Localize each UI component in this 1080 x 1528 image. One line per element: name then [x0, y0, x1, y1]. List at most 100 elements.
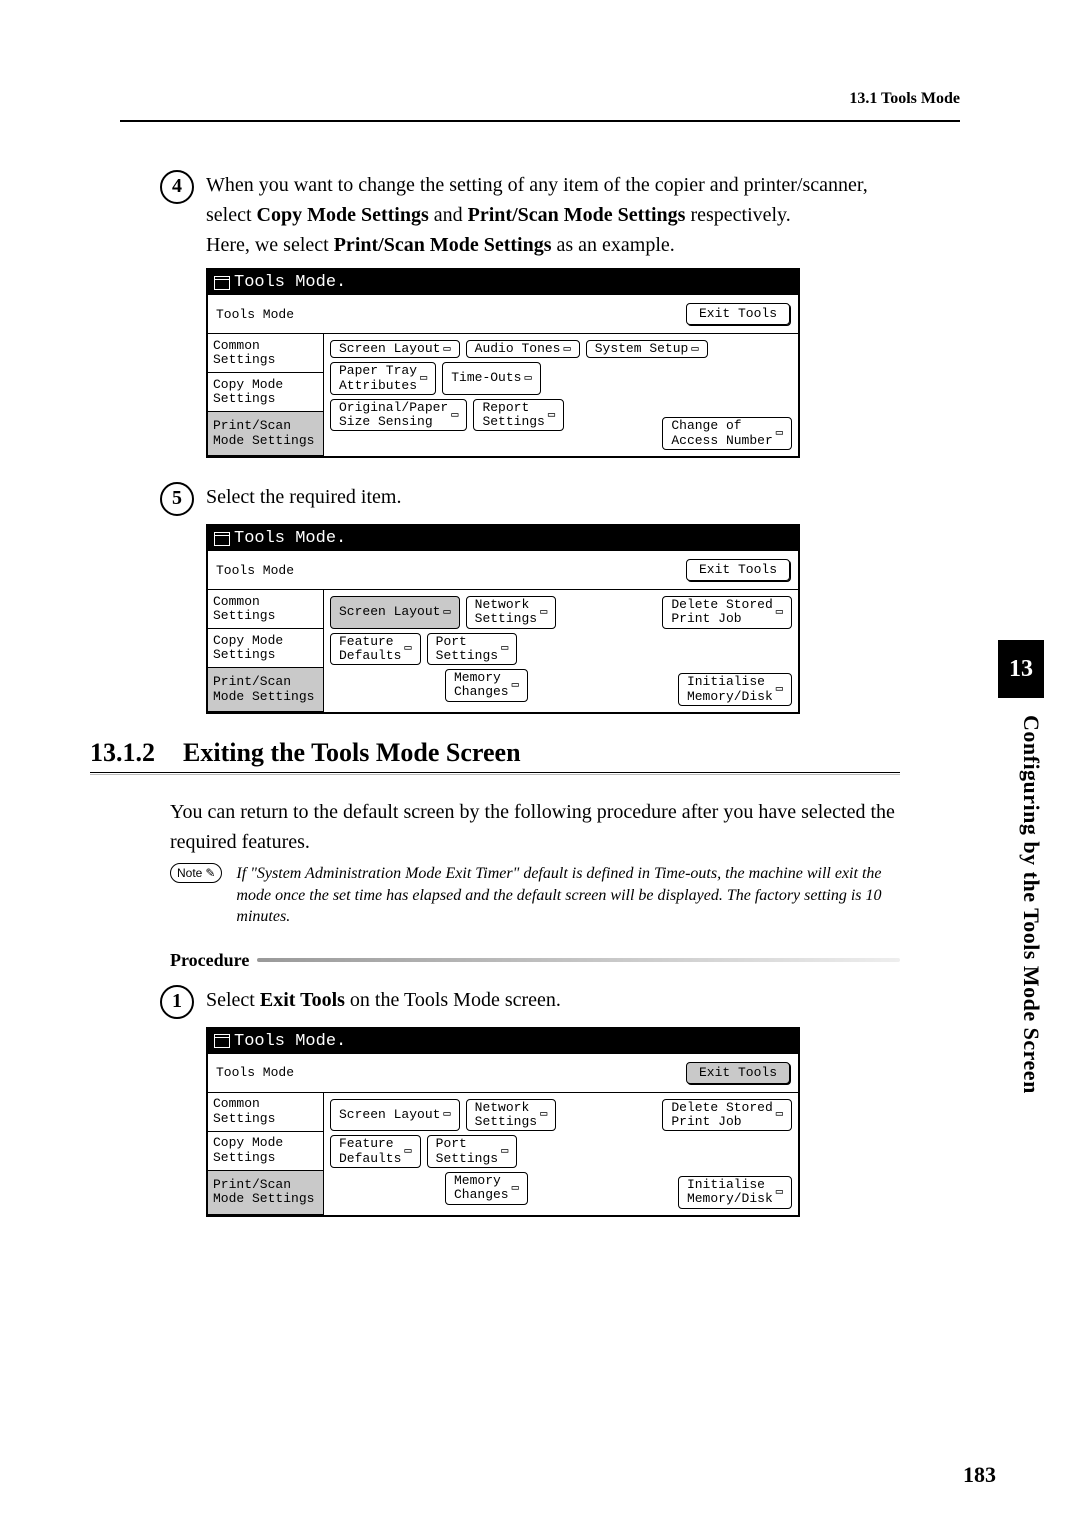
titlebar: Tools Mode.: [208, 270, 798, 295]
tools-icon: [214, 276, 230, 290]
screen-layout-button[interactable]: Screen Layout▭: [330, 1099, 460, 1132]
bold-print-scan: Print/Scan Mode Settings: [468, 204, 686, 226]
titlebar: Tools Mode.: [208, 1029, 798, 1054]
delete-stored-print-job-button[interactable]: Delete StoredPrint Job▭: [662, 596, 792, 629]
tools-icon: [214, 532, 230, 546]
tab-copy-mode-settings[interactable]: Copy Mode Settings: [208, 1132, 323, 1171]
step-number-5: 5: [160, 482, 194, 516]
arrow-icon: ▭: [420, 372, 427, 385]
note-badge: Note✎: [170, 863, 222, 883]
arrow-icon: ▭: [501, 642, 508, 655]
feature-defaults-button[interactable]: FeatureDefaults▭: [330, 633, 421, 666]
note: Note✎ If "System Administration Mode Exi…: [170, 863, 900, 928]
tab-common-settings[interactable]: Common Settings: [208, 1093, 323, 1132]
tools-mode-screenshot-1: Tools Mode. Tools Mode Exit Tools Common…: [206, 268, 800, 458]
step-number-4: 4: [160, 170, 194, 204]
chapter-tab: 13: [998, 640, 1044, 698]
section-rule: [90, 772, 900, 773]
arrow-icon: ▭: [540, 606, 547, 619]
network-settings-button[interactable]: NetworkSettings▭: [466, 596, 557, 629]
arrow-icon: ▭: [776, 1186, 783, 1199]
screen-layout-button[interactable]: Screen Layout▭: [330, 340, 460, 358]
initialise-memory-disk-button[interactable]: InitialiseMemory/Disk▭: [678, 1176, 792, 1209]
arrow-icon: ▭: [776, 1108, 783, 1121]
tab-print-scan-mode-settings[interactable]: Print/Scan Mode Settings: [208, 412, 323, 456]
original-paper-size-sensing-button[interactable]: Original/PaperSize Sensing▭: [330, 399, 467, 432]
titlebar-text: Tools Mode.: [234, 273, 346, 292]
breadcrumb: Tools Mode: [216, 1065, 294, 1080]
report-settings-button[interactable]: ReportSettings▭: [473, 399, 564, 432]
feature-defaults-button[interactable]: FeatureDefaults▭: [330, 1135, 421, 1168]
arrow-icon: ▭: [776, 683, 783, 696]
change-access-number-button[interactable]: Change ofAccess Number▭: [662, 417, 792, 450]
arrow-icon: ▭: [524, 372, 531, 385]
step4-mid: and: [429, 204, 468, 226]
timeouts-button[interactable]: Time-Outs▭: [442, 362, 540, 395]
chapter-label: Configuring by the Tools Mode Screen: [1018, 715, 1044, 1094]
step1b-prefix: Select: [206, 989, 260, 1011]
initialise-memory-disk-button[interactable]: InitialiseMemory/Disk▭: [678, 673, 792, 706]
arrow-icon: ▭: [776, 427, 783, 440]
exit-tools-button[interactable]: Exit Tools: [686, 303, 790, 325]
note-icon: ✎: [205, 866, 215, 880]
titlebar-text: Tools Mode.: [234, 529, 346, 548]
port-settings-button[interactable]: PortSettings▭: [427, 633, 518, 666]
step1b-suffix: on the Tools Mode screen.: [345, 989, 561, 1011]
arrow-icon: ▭: [443, 1108, 450, 1121]
arrow-icon: ▭: [512, 1182, 519, 1195]
memory-changes-button[interactable]: MemoryChanges▭: [445, 1172, 528, 1205]
header-rule: [120, 120, 960, 122]
step5-text: Select the required item.: [206, 482, 900, 512]
page-header: 13.1 Tools Mode: [849, 90, 960, 108]
tab-print-scan-mode-settings[interactable]: Print/Scan Mode Settings: [208, 1171, 323, 1215]
paper-tray-attributes-button[interactable]: Paper TrayAttributes▭: [330, 362, 436, 395]
tab-print-scan-mode-settings[interactable]: Print/Scan Mode Settings: [208, 668, 323, 712]
arrow-icon: ▭: [563, 343, 570, 356]
arrow-icon: ▭: [512, 679, 519, 692]
procedure-rule-icon: [257, 958, 900, 962]
section-number: 13.1.2: [90, 738, 155, 768]
procedure-heading: Procedure: [170, 950, 900, 971]
screen-layout-button[interactable]: Screen Layout▭: [330, 596, 460, 629]
arrow-icon: ▭: [548, 409, 555, 422]
memory-changes-button[interactable]: MemoryChanges▭: [445, 669, 528, 702]
procedure-step-1: 1 Select Exit Tools on the Tools Mode sc…: [160, 985, 900, 1019]
port-settings-button[interactable]: PortSettings▭: [427, 1135, 518, 1168]
arrow-icon: ▭: [443, 606, 450, 619]
step-5: 5 Select the required item.: [160, 482, 900, 516]
exit-tools-button[interactable]: Exit Tools: [686, 559, 790, 581]
arrow-icon: ▭: [451, 409, 458, 422]
arrow-icon: ▭: [404, 1145, 411, 1158]
arrow-icon: ▭: [691, 343, 698, 356]
section-title: Exiting the Tools Mode Screen: [183, 738, 521, 768]
audio-tones-button[interactable]: Audio Tones▭: [466, 340, 580, 358]
titlebar: Tools Mode.: [208, 526, 798, 551]
sidebar-tabs: Common Settings Copy Mode Settings Print…: [208, 590, 324, 712]
delete-stored-print-job-button[interactable]: Delete StoredPrint Job▭: [662, 1099, 792, 1132]
sidebar-tabs: Common Settings Copy Mode Settings Print…: [208, 1093, 324, 1215]
step4-line2c: as an example.: [552, 234, 675, 256]
step4-line2a: Here, we select: [206, 234, 334, 256]
exit-tools-button[interactable]: Exit Tools: [686, 1062, 790, 1084]
tools-icon: [214, 1034, 230, 1048]
breadcrumb: Tools Mode: [216, 307, 294, 322]
tab-copy-mode-settings[interactable]: Copy Mode Settings: [208, 629, 323, 668]
arrow-icon: ▭: [501, 1145, 508, 1158]
step4-suffix: respectively.: [685, 204, 790, 226]
tab-common-settings[interactable]: Common Settings: [208, 590, 323, 629]
section-body: You can return to the default screen by …: [170, 797, 900, 857]
tab-copy-mode-settings[interactable]: Copy Mode Settings: [208, 373, 323, 412]
step4-line2b: Print/Scan Mode Settings: [334, 234, 552, 256]
page-number: 183: [963, 1462, 996, 1488]
sidebar-tabs: Common Settings Copy Mode Settings Print…: [208, 334, 324, 456]
arrow-icon: ▭: [443, 343, 450, 356]
arrow-icon: ▭: [540, 1108, 547, 1121]
step1b-bold: Exit Tools: [260, 989, 345, 1011]
step-4: 4 When you want to change the setting of…: [160, 170, 900, 260]
bold-copy-mode: Copy Mode Settings: [257, 204, 429, 226]
step-number-1: 1: [160, 985, 194, 1019]
tools-mode-screenshot-2: Tools Mode. Tools Mode Exit Tools Common…: [206, 524, 800, 714]
network-settings-button[interactable]: NetworkSettings▭: [466, 1099, 557, 1132]
system-setup-button[interactable]: System Setup▭: [586, 340, 708, 358]
tab-common-settings[interactable]: Common Settings: [208, 334, 323, 373]
